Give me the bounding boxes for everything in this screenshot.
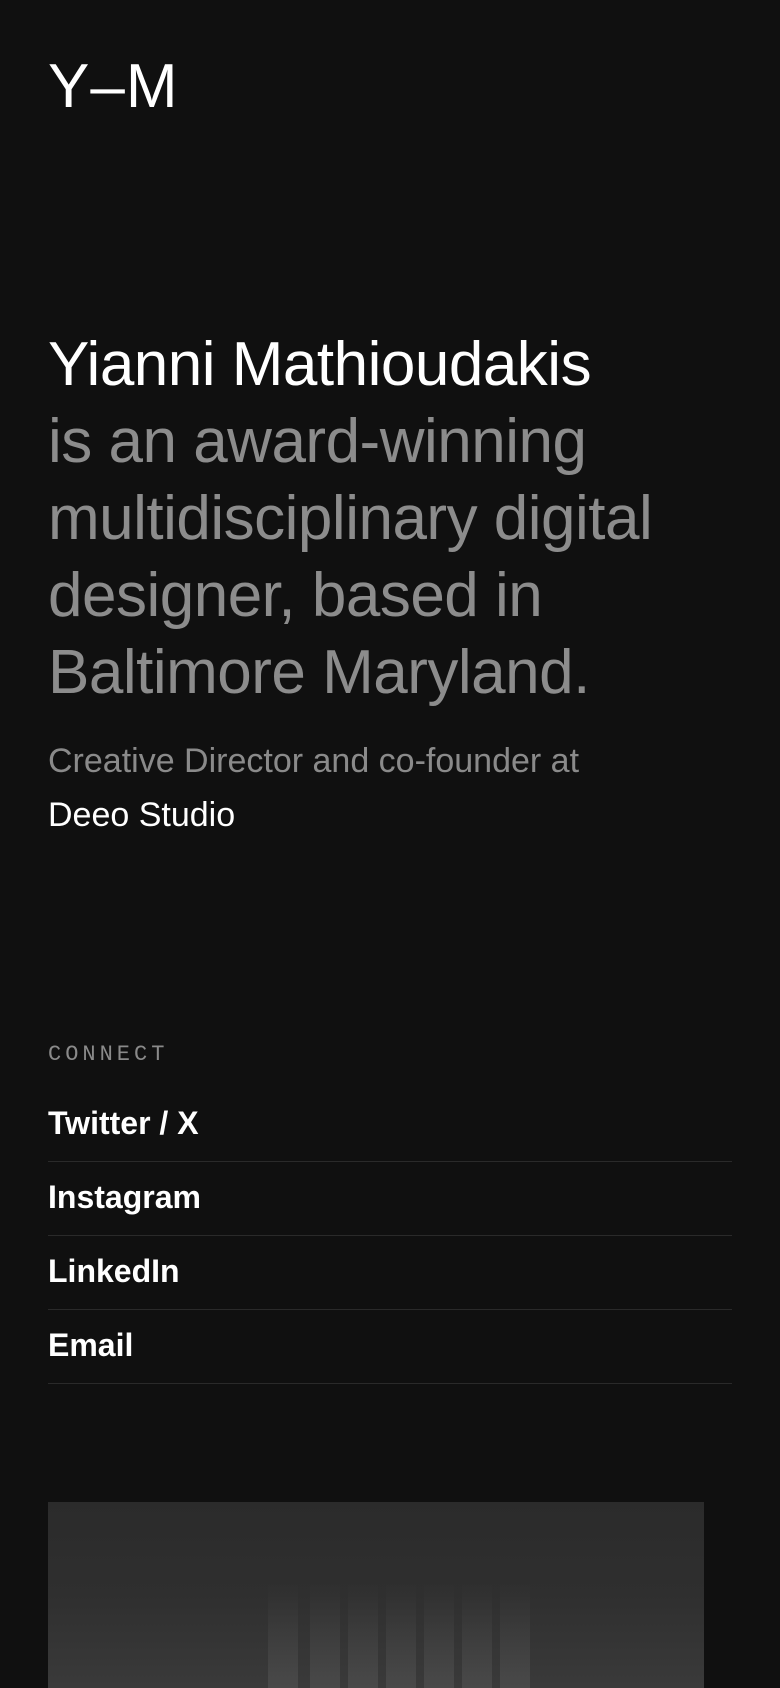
portrait-photo <box>48 1502 704 1688</box>
photo-detail <box>500 1582 530 1688</box>
photo-detail <box>424 1582 454 1688</box>
twitter-link[interactable]: Twitter / X <box>48 1084 732 1162</box>
site-logo[interactable]: Y–M <box>48 52 178 122</box>
hero-heading: Yianni Mathioudakis is an award-winning … <box>48 326 748 711</box>
connect-item-linkedin: LinkedIn <box>48 1232 732 1310</box>
connect-item-email: Email <box>48 1306 732 1384</box>
photo-detail <box>386 1582 416 1688</box>
connect-item-twitter: Twitter / X <box>48 1084 732 1162</box>
studio-link[interactable]: Deeo Studio <box>48 788 748 842</box>
connect-item-instagram: Instagram <box>48 1158 732 1236</box>
instagram-link[interactable]: Instagram <box>48 1158 732 1236</box>
photo-detail <box>462 1582 492 1688</box>
email-link[interactable]: Email <box>48 1306 732 1384</box>
connect-links: Twitter / X Instagram LinkedIn Email <box>48 1088 732 1384</box>
role-text: Creative Director and co-founder at Deeo… <box>48 734 748 842</box>
hero-name: Yianni Mathioudakis <box>48 330 592 399</box>
photo-detail <box>268 1582 298 1688</box>
photo-detail <box>348 1582 378 1688</box>
connect-heading: CONNECT <box>48 1042 169 1067</box>
hero-description: is an award-winning multidisciplinary di… <box>48 407 653 707</box>
linkedin-link[interactable]: LinkedIn <box>48 1232 732 1310</box>
photo-detail <box>310 1582 340 1688</box>
role-label: Creative Director and co-founder at <box>48 742 580 780</box>
